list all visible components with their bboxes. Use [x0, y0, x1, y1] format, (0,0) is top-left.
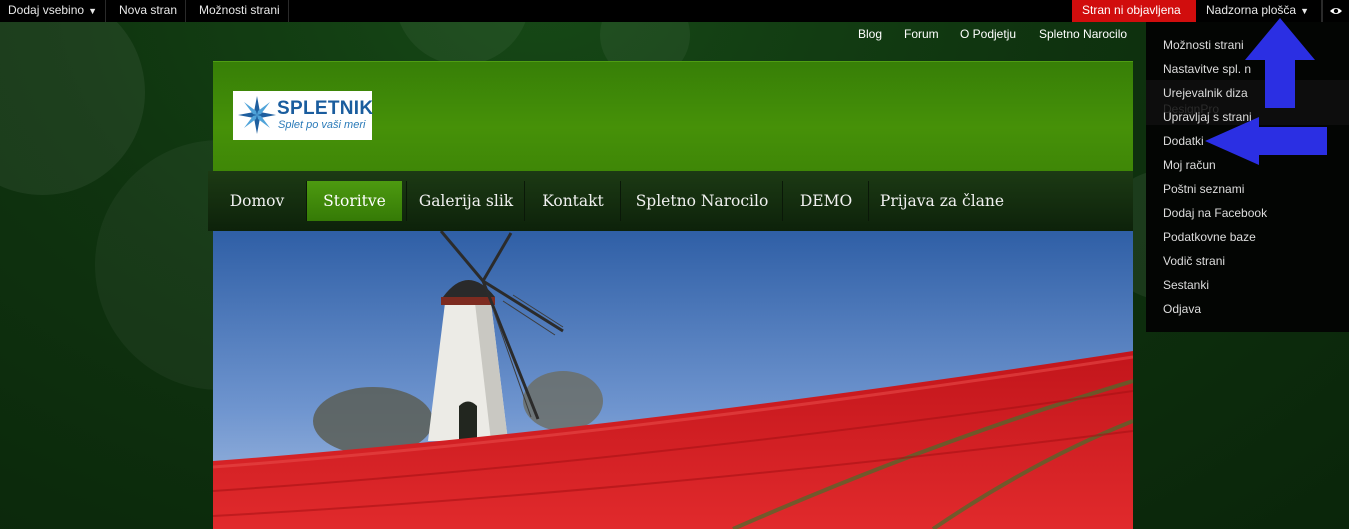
nav-item-gallery[interactable]: Galerija slik	[408, 181, 524, 221]
menu-item-meetings[interactable]: Sestanki	[1163, 278, 1209, 292]
dashboard-dropdown: Možnosti strani Nastavitve spl. n Urejev…	[1146, 22, 1349, 332]
page-options-label: Možnosti strani	[199, 3, 280, 17]
menu-item-site-guide[interactable]: Vodič strani	[1163, 254, 1225, 268]
nav-divider	[782, 181, 783, 221]
menu-item-page-options[interactable]: Možnosti strani	[1163, 38, 1244, 52]
menu-item-design-editor[interactable]: Urejevalnik diza	[1163, 86, 1248, 100]
dashboard-label: Nadzorna plošča	[1206, 3, 1297, 17]
menu-item-addons[interactable]: Dodatki	[1163, 134, 1204, 148]
top-link-blog[interactable]: Blog	[858, 27, 882, 41]
nav-divider	[868, 181, 869, 221]
menu-item-add-to-facebook[interactable]: Dodaj na Facebook	[1163, 206, 1267, 220]
nav-divider	[406, 181, 407, 221]
admin-toolbar: Dodaj vsebino ▼ Nova stran Možnosti stran…	[0, 0, 1349, 22]
new-page-button[interactable]: Nova stran	[111, 0, 187, 22]
nav-item-order[interactable]: Spletno Narocilo	[622, 181, 782, 221]
menu-item-my-account[interactable]: Moj račun	[1163, 158, 1216, 172]
chevron-down-icon: ▼	[88, 6, 97, 16]
nav-item-member-login[interactable]: Prijava za člane	[870, 181, 1014, 221]
nav-item-contact[interactable]: Kontakt	[526, 181, 620, 221]
hero-illustration	[213, 231, 1133, 529]
page-status-badge[interactable]: Stran ni objavljena	[1072, 0, 1196, 22]
menu-item-mailing-lists[interactable]: Poštni seznami	[1163, 182, 1244, 196]
chevron-down-icon: ▼	[1300, 6, 1309, 16]
nav-item-home[interactable]: Domov	[213, 181, 301, 221]
site-container: SPLETNIK Splet po vaši meri Domov Storit…	[208, 61, 1133, 529]
hero-image-windmill-tulips	[213, 231, 1133, 529]
logo-name: SPLETNIK	[277, 98, 374, 119]
add-content-label: Dodaj vsebino	[8, 3, 85, 17]
compass-star-icon	[238, 96, 276, 134]
logo-tagline: Splet po vaši meri	[278, 119, 366, 131]
nav-item-demo[interactable]: DEMO	[784, 181, 868, 221]
eye-icon	[1330, 8, 1342, 14]
site-header: SPLETNIK Splet po vaši meri	[213, 61, 1133, 171]
new-page-label: Nova stran	[119, 3, 178, 17]
nav-item-services[interactable]: Storitve	[307, 181, 402, 221]
add-content-menu[interactable]: Dodaj vsebino ▼	[0, 0, 106, 22]
page-status-label: Stran ni objavljena	[1082, 3, 1181, 17]
background-bubble	[0, 0, 145, 195]
nav-divider	[524, 181, 525, 221]
top-link-order[interactable]: Spletno Narocilo	[1039, 27, 1127, 41]
preview-button[interactable]	[1322, 0, 1349, 22]
top-link-forum[interactable]: Forum	[904, 27, 939, 41]
top-link-about[interactable]: O Podjetju	[960, 27, 1016, 41]
site-logo[interactable]: SPLETNIK Splet po vaši meri	[233, 91, 374, 140]
nav-divider	[620, 181, 621, 221]
page-options-button[interactable]: Možnosti strani	[191, 0, 289, 22]
dashboard-menu-toggle[interactable]: Nadzorna plošča ▼	[1198, 0, 1322, 22]
menu-item-manage-pages[interactable]: Upravljaj s strani	[1163, 110, 1252, 124]
menu-item-site-settings[interactable]: Nastavitve spl. n	[1163, 62, 1251, 76]
menu-item-databases[interactable]: Podatkovne baze	[1163, 230, 1256, 244]
main-navigation: Domov Storitve Galerija slik Kontakt Spl…	[208, 171, 1133, 231]
menu-item-logout[interactable]: Odjava	[1163, 302, 1201, 316]
